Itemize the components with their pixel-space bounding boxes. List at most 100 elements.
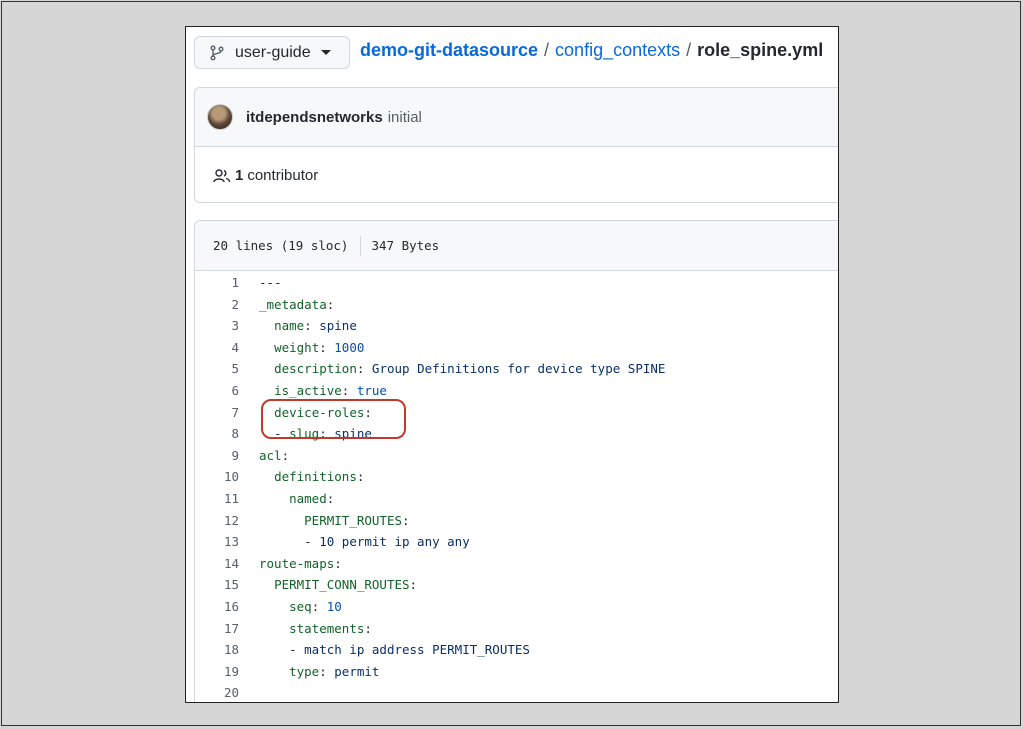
line-number[interactable]: 18 (195, 639, 259, 661)
commit-header: itdependsnetworks initial (195, 88, 838, 147)
annotation-highlight-box (261, 399, 406, 439)
yaml-key: type (289, 663, 320, 679)
yaml-value: spine (311, 318, 357, 334)
line-number[interactable]: 17 (195, 618, 259, 640)
yaml-value: 1000 (326, 339, 365, 355)
line-number[interactable]: 7 (195, 402, 259, 424)
code-line: 16 seq: 10 (195, 596, 838, 618)
code-view: 1 --- 2 _metadata:3 name: spine 4 weight: 10… (195, 271, 838, 702)
line-number[interactable]: 8 (195, 423, 259, 445)
yaml-value: 10 (319, 598, 342, 614)
code-line: 20 (195, 682, 838, 702)
yaml-key: PERMIT_CONN_ROUTES (274, 577, 410, 593)
breadcrumb-separator: / (686, 40, 692, 60)
code-indent: - (259, 534, 320, 550)
yaml-colon: : (334, 555, 342, 571)
yaml-colon: : (319, 339, 327, 355)
yaml-key: description (274, 361, 357, 377)
divider (360, 235, 362, 256)
branch-name: user-guide (235, 43, 311, 61)
code-line: 15 PERMIT_CONN_ROUTES: (195, 574, 838, 596)
yaml-key: definitions (274, 469, 357, 485)
line-number[interactable]: 11 (195, 488, 259, 510)
yaml-colon: : (326, 490, 335, 506)
file-info-header: 20 lines (19 sloc) 347 Bytes (195, 221, 838, 271)
code-line: 19 type: permit (195, 661, 838, 683)
line-number[interactable]: 19 (195, 661, 259, 683)
line-number[interactable]: 15 (195, 574, 259, 596)
yaml-key: name (274, 318, 305, 334)
code-indent: - (259, 642, 305, 658)
people-icon (213, 168, 231, 182)
line-number[interactable]: 3 (195, 315, 259, 337)
code-line: 5 description: Group Definitions for dev… (195, 358, 838, 380)
breadcrumb-repo-link[interactable]: demo-git-datasource (360, 40, 538, 60)
yaml-key: statements (289, 620, 365, 636)
branch-selector-button[interactable]: user-guide (194, 36, 350, 69)
line-number[interactable]: 4 (195, 337, 259, 359)
line-number[interactable]: 1 (195, 272, 259, 294)
yaml-value: Group Definitions for device type SPINE (364, 361, 666, 377)
line-number[interactable]: 13 (195, 531, 259, 553)
code-line: 3 name: spine (195, 315, 838, 337)
line-number[interactable]: 12 (195, 510, 259, 532)
file-content-box: 20 lines (19 sloc) 347 Bytes 1 --- 2 _metad… (194, 220, 838, 702)
yaml-colon: : (326, 296, 335, 312)
yaml-key: route-maps (259, 555, 335, 571)
breadcrumb-folder-link[interactable]: config_contexts (555, 40, 680, 60)
yaml-key: seq (289, 598, 312, 614)
contributor-label: contributor (247, 167, 319, 184)
code-line: 9 acl: (195, 445, 838, 467)
avatar[interactable] (207, 104, 233, 130)
yaml-colon: : (356, 361, 365, 377)
code-line: 1 --- (195, 272, 838, 294)
line-number[interactable]: 14 (195, 553, 259, 575)
line-number[interactable]: 20 (195, 682, 259, 702)
line-number[interactable]: 5 (195, 358, 259, 380)
contributors-row[interactable]: 1 contributor (195, 147, 838, 204)
yaml-colon: : (281, 447, 290, 463)
yaml-colon: : (409, 577, 418, 593)
contributor-count: 1 (235, 167, 244, 184)
code-line: 2 _metadata: (195, 294, 838, 316)
git-branch-icon (210, 45, 224, 60)
code-line: 11 named: (195, 488, 838, 510)
yaml-value: match ip address PERMIT_ROUTES (304, 642, 530, 658)
line-number[interactable]: 9 (195, 445, 259, 467)
yaml-key: acl (259, 447, 282, 463)
commit-author-link[interactable]: itdependsnetworks (246, 109, 383, 126)
yaml-value: permit (326, 663, 380, 679)
line-number[interactable]: 16 (195, 596, 259, 618)
file-view-panel: user-guide demo-git-datasource / config_co… (185, 26, 839, 703)
yaml-colon: : (402, 512, 410, 528)
line-number[interactable]: 2 (195, 294, 259, 316)
commit-message-link[interactable]: initial (388, 109, 422, 126)
yaml-key: PERMIT_ROUTES (304, 512, 402, 528)
line-number[interactable]: 10 (195, 466, 259, 488)
line-number[interactable]: 6 (195, 380, 259, 402)
code-line: 4 weight: 1000 (195, 337, 838, 359)
code-line: 14 route-maps: (195, 553, 838, 575)
code-line: 12 PERMIT_ROUTES: (195, 510, 838, 532)
yaml-value: --- (259, 275, 282, 290)
yaml-value: 10 permit ip any any (319, 534, 470, 550)
yaml-key: named (289, 490, 327, 506)
yaml-key: weight (274, 339, 320, 355)
code-line: 13 - 10 permit ip any any (195, 531, 838, 553)
breadcrumb-separator: / (544, 40, 550, 60)
latest-commit-box: itdependsnetworks initial 1 contributor (194, 87, 838, 204)
chevron-down-icon (320, 50, 331, 55)
yaml-colon: : (319, 663, 327, 679)
yaml-key: _metadata (259, 296, 327, 312)
breadcrumb-file-name: role_spine.yml (697, 40, 824, 60)
